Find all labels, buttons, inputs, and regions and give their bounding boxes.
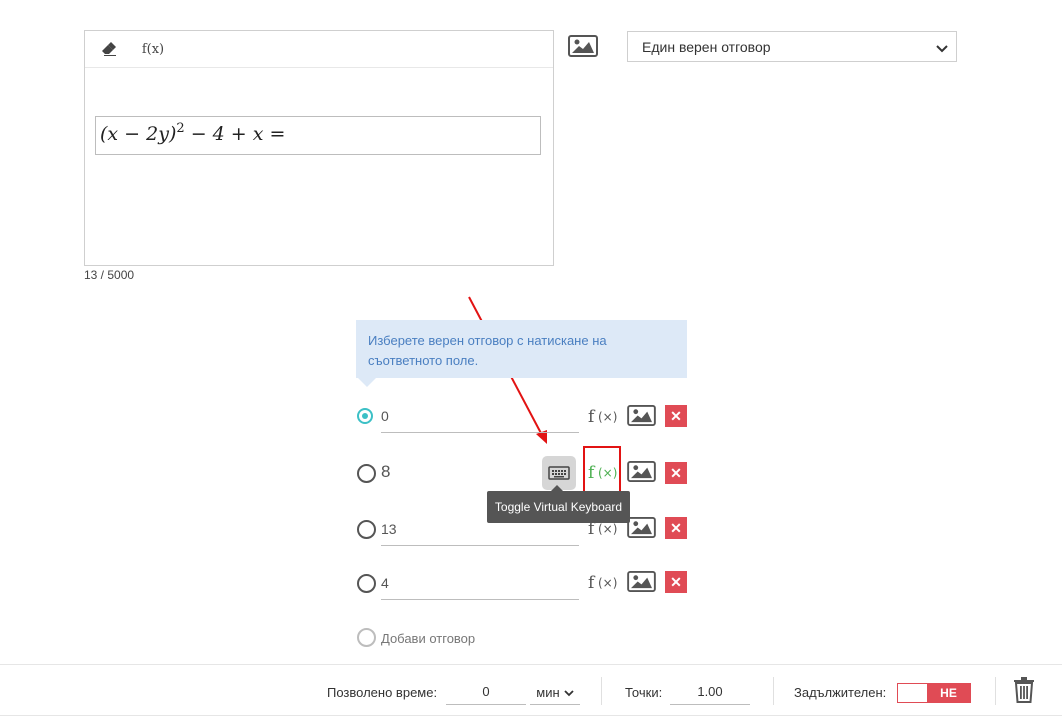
answer-4-underline: [381, 599, 579, 600]
answer-1-radio[interactable]: [357, 408, 373, 424]
answer-2-image-icon[interactable]: [627, 461, 656, 482]
answer-1-value[interactable]: 0: [381, 408, 389, 424]
hint-pointer: [358, 378, 376, 387]
footer-separator: [773, 677, 774, 705]
eraser-icon[interactable]: [99, 39, 119, 59]
time-label: Позволено време:: [327, 685, 438, 700]
answer-1-image-icon[interactable]: [627, 405, 656, 426]
answer-2-delete-button[interactable]: ✕: [665, 462, 687, 484]
toggle-knob: [898, 684, 927, 702]
points-input[interactable]: 1.00: [670, 682, 750, 705]
formula-exponent: 2: [176, 121, 185, 136]
trash-icon[interactable]: [1013, 677, 1035, 703]
answer-type-value: Един верен отговор: [642, 39, 771, 55]
answer-1-formula-button[interactable]: f (×): [588, 405, 618, 427]
answer-4-image-icon[interactable]: [627, 571, 656, 592]
time-unit-value: мин: [536, 685, 560, 700]
character-counter: 13 / 5000: [84, 268, 135, 282]
add-answer-button[interactable]: Добави отговор: [381, 631, 475, 646]
formula-button[interactable]: f(x): [141, 39, 165, 59]
chevron-down-icon: [936, 41, 948, 57]
required-toggle[interactable]: НЕ: [897, 683, 971, 703]
formula-base: (x − 2y): [100, 123, 177, 145]
editor-toolbar: f(x): [85, 31, 553, 68]
svg-text:(×): (×): [598, 576, 617, 590]
add-answer-radio[interactable]: [357, 628, 376, 647]
answer-4-formula-button[interactable]: f (×): [588, 571, 618, 593]
footer-separator: [601, 677, 602, 705]
image-icon[interactable]: [568, 35, 598, 57]
svg-text:(×): (×): [598, 410, 617, 424]
formula-rest: − 4 + x =: [184, 123, 286, 145]
answer-3-underline: [381, 545, 579, 546]
required-label: Задължителен:: [794, 685, 887, 700]
answer-3-radio[interactable]: [357, 520, 376, 539]
answer-4-radio[interactable]: [357, 574, 376, 593]
answer-4-value[interactable]: 4: [381, 575, 389, 591]
answer-type-select[interactable]: Един верен отговор: [627, 31, 957, 62]
time-input[interactable]: 0: [446, 682, 526, 705]
time-unit-select[interactable]: мин: [530, 682, 580, 705]
answer-4-delete-button[interactable]: ✕: [665, 571, 687, 593]
answer-1-underline: [381, 432, 579, 433]
chevron-down-icon: [564, 690, 574, 697]
question-editor[interactable]: f(x) (x − 2y)2 − 4 + x =: [84, 30, 554, 266]
answer-2-radio[interactable]: [357, 464, 376, 483]
keyboard-tooltip: Toggle Virtual Keyboard: [487, 491, 630, 523]
answer-1-delete-button[interactable]: ✕: [665, 405, 687, 427]
svg-text:(×): (×): [598, 522, 617, 536]
answer-3-value[interactable]: 13: [381, 521, 397, 537]
hint-box: Изберете верен отговор с натискане на съ…: [356, 320, 687, 378]
answer-3-delete-button[interactable]: ✕: [665, 517, 687, 539]
svg-text:f: f: [588, 573, 596, 593]
points-label: Точки:: [625, 685, 663, 700]
formula-field[interactable]: (x − 2y)2 − 4 + x =: [95, 116, 541, 155]
svg-text:f: f: [588, 407, 596, 427]
answer-3-image-icon[interactable]: [627, 517, 656, 538]
footer-separator: [995, 677, 996, 705]
toggle-state: НЕ: [927, 684, 970, 702]
answer-2-value[interactable]: 8: [381, 462, 390, 482]
footer-bar: Позволено време: 0 мин Точки: 1.00 Задъл…: [0, 664, 1062, 716]
